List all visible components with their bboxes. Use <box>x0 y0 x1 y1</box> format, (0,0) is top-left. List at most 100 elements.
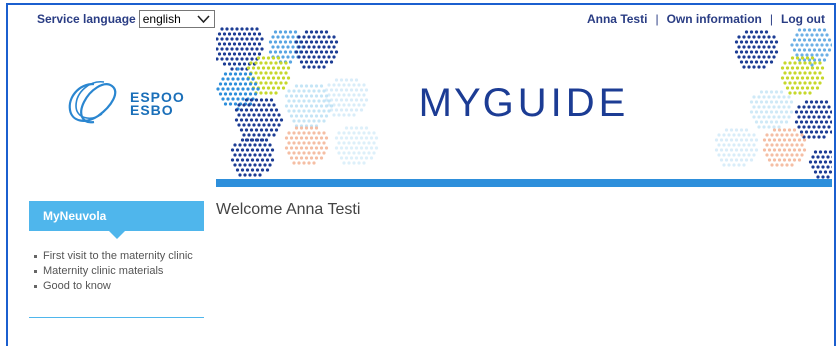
banner-dot <box>278 40 283 44</box>
banner-dot <box>765 133 769 137</box>
banner-dot <box>228 72 233 76</box>
banner-dot <box>785 66 790 70</box>
banner-dot <box>256 56 261 60</box>
banner-dot <box>232 52 237 56</box>
banner-dot <box>783 71 787 75</box>
sidebar-item-materials[interactable]: Maternity clinic materials <box>33 266 203 277</box>
banner-dot <box>812 48 817 52</box>
banner-dot <box>767 35 771 39</box>
banner-dot <box>762 45 766 49</box>
sidebar-item-good-to-know[interactable]: Good to know <box>33 281 203 292</box>
banner-dot <box>752 45 756 49</box>
banner-dot <box>795 66 800 70</box>
banner-dot <box>790 43 794 47</box>
banner-dot <box>287 141 291 145</box>
banner-dot <box>762 65 766 69</box>
banner-dot <box>795 56 800 60</box>
banner-dot <box>744 148 749 152</box>
banner-dot <box>767 158 772 162</box>
espoo-logo[interactable]: ESPOO ESBO <box>64 78 194 126</box>
banner-dot <box>324 40 329 44</box>
banner-dot <box>271 35 275 39</box>
banner-dot <box>238 143 242 147</box>
banner-dot <box>808 71 812 75</box>
banner-dot <box>288 30 293 34</box>
banner-dot <box>283 30 288 34</box>
banner-dot <box>283 50 288 54</box>
banner-dot <box>775 143 779 147</box>
banner-dot <box>790 143 794 147</box>
banner-dot <box>811 165 815 169</box>
banner-dot <box>263 153 267 157</box>
banner-dot <box>304 60 309 64</box>
banner-dot <box>334 146 339 150</box>
own-information-link[interactable]: Own information <box>667 12 762 26</box>
banner-dot <box>827 38 832 42</box>
banner-dot <box>754 138 759 142</box>
banner-dot <box>359 146 364 150</box>
banner-dot <box>811 155 815 159</box>
banner-dot <box>248 173 252 177</box>
banner-dot <box>797 148 802 152</box>
banner-dot <box>719 148 724 152</box>
banner-dot <box>232 32 237 36</box>
banner-dot <box>220 47 224 51</box>
banner-dot <box>237 32 242 36</box>
banner-dot <box>815 66 820 70</box>
banner-dot <box>334 136 339 140</box>
banner-dot <box>785 143 789 147</box>
banner-dot <box>319 136 324 140</box>
banner-dot <box>818 160 823 164</box>
banner-dot <box>257 32 262 36</box>
banner-dot <box>790 66 795 70</box>
banner-dot <box>342 151 346 155</box>
banner-dot <box>235 47 239 51</box>
banner-dot <box>785 133 789 137</box>
banner-dot <box>374 146 379 150</box>
banner-dot <box>227 42 232 46</box>
banner-dot <box>342 141 346 145</box>
banner-dot <box>754 50 759 54</box>
banner-dot <box>245 138 250 142</box>
espoo-logo-mark-icon <box>68 81 117 124</box>
banner-dot <box>724 148 729 152</box>
banner-dot <box>342 131 346 135</box>
banner-dot <box>352 161 356 165</box>
banner-dot <box>722 143 726 147</box>
banner-dot <box>286 55 290 59</box>
banner-dot <box>302 161 306 165</box>
banner-dot <box>253 173 257 177</box>
banner-dot <box>362 161 366 165</box>
banner-dot <box>805 43 809 47</box>
banner-dot <box>795 153 799 157</box>
banner-dot <box>291 35 295 39</box>
banner-dot <box>236 67 240 71</box>
banner-dot <box>302 55 306 59</box>
banner-dot <box>780 66 785 70</box>
banner-dot <box>235 158 240 162</box>
service-language: Service language english <box>37 9 215 29</box>
banner-dot <box>780 163 784 167</box>
language-select[interactable]: english <box>138 10 215 28</box>
banner-dot <box>307 141 311 145</box>
banner-dot <box>264 128 269 132</box>
logout-link[interactable]: Log out <box>781 12 825 26</box>
banner-dot <box>220 57 224 61</box>
banner-dot <box>785 163 789 167</box>
banner-dot <box>797 158 802 162</box>
banner-dot <box>790 153 794 157</box>
banner-dot <box>242 52 247 56</box>
banner-dot <box>714 148 719 152</box>
banner-dot <box>817 58 822 62</box>
banner-dot <box>759 60 764 64</box>
sidebar-item-first-visit[interactable]: First visit to the maternity clinic <box>33 251 203 262</box>
sidebar-heading[interactable]: MyNeuvola <box>29 201 204 239</box>
banner-dot <box>729 128 734 132</box>
user-name-link[interactable]: Anna Testi <box>587 12 647 26</box>
banner-dot <box>815 33 819 37</box>
banner-dot <box>250 37 254 41</box>
banner-dot <box>314 60 319 64</box>
banner-dot <box>742 35 746 39</box>
banner-dot <box>322 35 326 39</box>
banner-dot <box>739 158 744 162</box>
